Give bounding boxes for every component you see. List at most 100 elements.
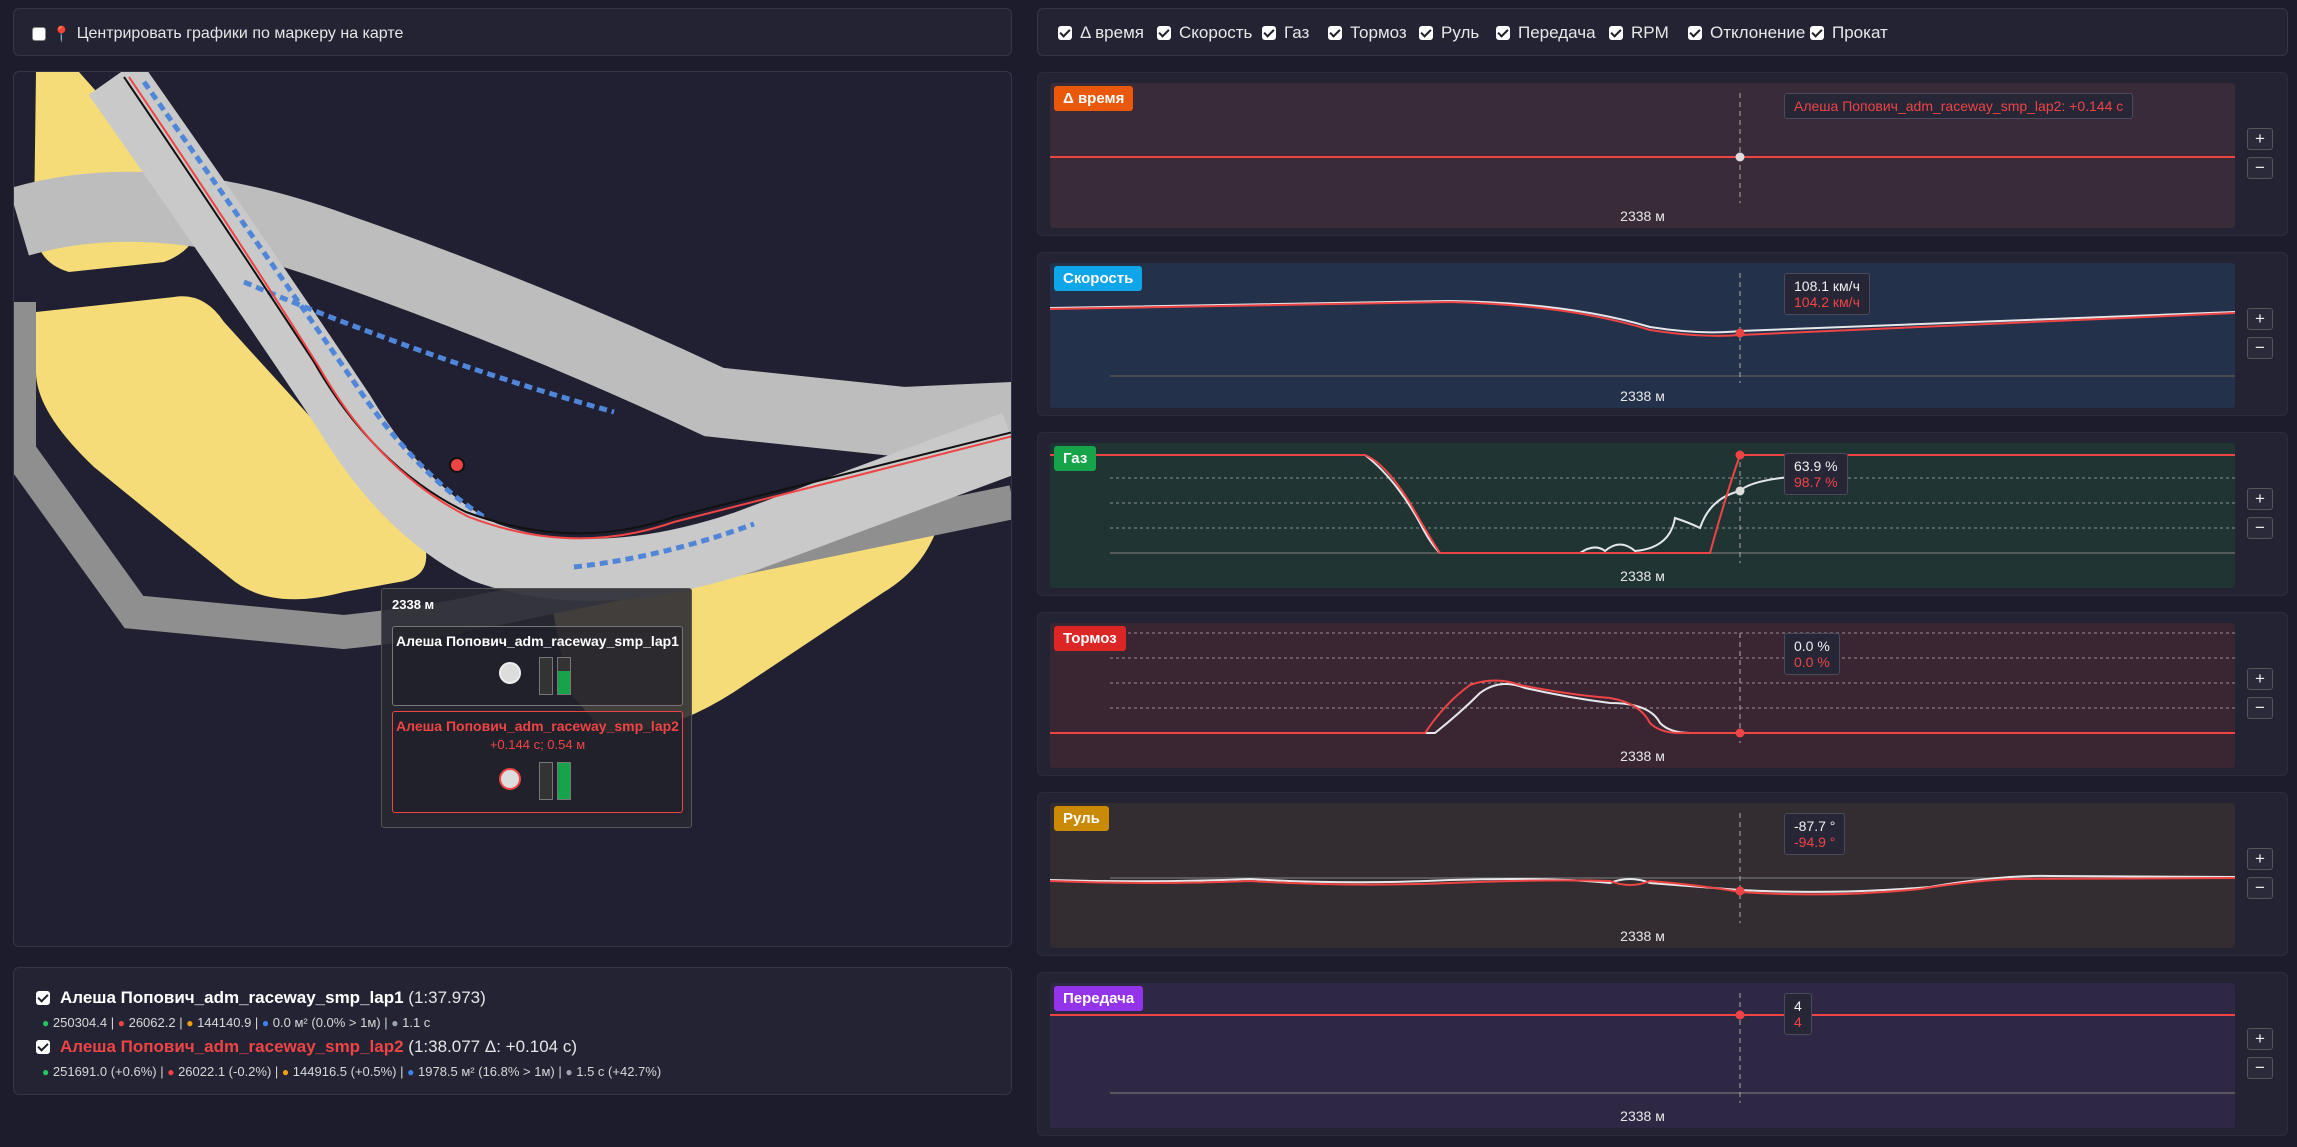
zoom-out-button[interactable]: − bbox=[2247, 1057, 2273, 1079]
lap2-series bbox=[1050, 679, 2235, 734]
toggle-throttle[interactable]: Газ bbox=[1262, 23, 1309, 43]
toggle-deviation[interactable]: Отклонение bbox=[1688, 23, 1805, 43]
brake-badge: Тормоз bbox=[1054, 626, 1126, 651]
lap2-series bbox=[1050, 454, 2235, 554]
throttle-badge: Газ bbox=[1054, 446, 1097, 471]
throttle-chart: Газ 63.9 % 98.7 % 2338 м + − bbox=[1037, 432, 2288, 596]
checkbox[interactable] bbox=[1157, 26, 1171, 40]
popup-lap1-name: Алеша Попович_adm_raceway_smp_lap1 bbox=[396, 633, 679, 649]
brake-bar bbox=[539, 762, 553, 800]
lap2-checkbox[interactable] bbox=[36, 1040, 50, 1054]
steering-plot[interactable]: Руль -87.7 ° -94.9 ° 2338 м bbox=[1050, 803, 2235, 948]
zoom-out-button[interactable]: − bbox=[2247, 697, 2273, 719]
lap1-checkbox[interactable] bbox=[36, 991, 50, 1005]
popup-lap1: Алеша Попович_adm_raceway_smp_lap1 bbox=[392, 626, 683, 706]
throttle-bar bbox=[557, 657, 571, 695]
lap2-row[interactable]: Алеша Попович_adm_raceway_smp_lap2 (1:38… bbox=[36, 1037, 577, 1057]
zoom-out-button[interactable]: − bbox=[2247, 877, 2273, 899]
toggle-gear[interactable]: Передача bbox=[1496, 23, 1596, 43]
center-option-panel: 📍 Центрировать графики по маркеру на кар… bbox=[13, 8, 1012, 56]
toggle-speed[interactable]: Скорость bbox=[1157, 23, 1252, 43]
zoom-in-button[interactable]: + bbox=[2247, 848, 2273, 870]
lap1-series bbox=[1050, 683, 2235, 734]
cursor-point bbox=[1735, 1010, 1745, 1020]
checkbox[interactable] bbox=[1688, 26, 1702, 40]
cursor-point bbox=[1735, 152, 1745, 162]
toggle-label: Скорость bbox=[1179, 23, 1253, 42]
stat-value: 250304.4 bbox=[52, 1015, 108, 1030]
cursor-point bbox=[1735, 328, 1745, 338]
popup-lap2: Алеша Попович_adm_raceway_smp_lap2 +0.14… bbox=[392, 711, 683, 813]
toggle-label: Газ bbox=[1284, 23, 1310, 42]
center-label: Центрировать графики по маркеру на карте bbox=[76, 25, 404, 42]
chart-toggles-panel: Δ время Скорость Газ Тормоз Руль Передач… bbox=[1037, 8, 2288, 56]
gear-plot[interactable]: Передача 4 4 2338 м bbox=[1050, 983, 2235, 1128]
toggle-label: Δ время bbox=[1080, 23, 1144, 42]
toggle-label: Передача bbox=[1518, 23, 1596, 42]
distance-label: 2338 м bbox=[1620, 928, 1665, 944]
tooltip-lap2: 4 bbox=[1794, 1014, 1802, 1030]
zoom-in-button[interactable]: + bbox=[2247, 308, 2273, 330]
zoom-out-button[interactable]: − bbox=[2247, 517, 2273, 539]
zoom-out-button[interactable]: − bbox=[2247, 157, 2273, 179]
checkbox[interactable] bbox=[1810, 26, 1824, 40]
throttle-bar bbox=[557, 762, 571, 800]
gear-badge: Передача bbox=[1054, 986, 1144, 1011]
popup-distance: 2338 м bbox=[392, 597, 435, 612]
zoom-in-button[interactable]: + bbox=[2247, 668, 2273, 690]
toggle-rolling[interactable]: Прокат bbox=[1810, 23, 1888, 43]
lap-legend: Алеша Попович_adm_raceway_smp_lap1 (1:37… bbox=[13, 967, 1012, 1095]
throttle-svg bbox=[1050, 450, 2235, 563]
stat-value: 1.5 с (+42.7%) bbox=[576, 1064, 662, 1079]
zoom-out-button[interactable]: − bbox=[2247, 337, 2273, 359]
brake-svg bbox=[1050, 632, 2235, 743]
distance-label: 2338 м bbox=[1620, 748, 1665, 764]
stat-value: 251691.0 (+0.6%) bbox=[52, 1064, 157, 1079]
cursor-point bbox=[1735, 450, 1745, 460]
steering-wheel-icon bbox=[499, 662, 521, 684]
checkbox[interactable] bbox=[1419, 26, 1433, 40]
tooltip-lap1: 63.9 % bbox=[1794, 458, 1838, 474]
tooltip-lap2: -94.9 ° bbox=[1794, 834, 1836, 850]
toggle-delta[interactable]: Δ время bbox=[1058, 23, 1144, 43]
tooltip-lap1: 108.1 км/ч bbox=[1794, 278, 1860, 294]
speed-plot[interactable]: Скорость 108.1 км/ч 104.2 км/ч 2338 м bbox=[1050, 263, 2235, 408]
throttle-tooltip: 63.9 % 98.7 % bbox=[1784, 453, 1848, 495]
checkbox[interactable] bbox=[1262, 26, 1276, 40]
brake-plot[interactable]: Тормоз 0.0 % 0.0 % 2338 м bbox=[1050, 623, 2235, 768]
delta-badge: Δ время bbox=[1054, 86, 1134, 111]
distance-label: 2338 м bbox=[1620, 388, 1665, 404]
checkbox[interactable] bbox=[1328, 26, 1342, 40]
delta-plot[interactable]: Δ время Алеша Попович_adm_raceway_smp_la… bbox=[1050, 83, 2235, 228]
stat-value: 1978.5 м² (16.8% > 1м) bbox=[418, 1064, 555, 1079]
checkbox[interactable] bbox=[1058, 26, 1072, 40]
zoom-in-button[interactable]: + bbox=[2247, 128, 2273, 150]
tooltip-lap1: -87.7 ° bbox=[1794, 818, 1836, 834]
toggle-label: Прокат bbox=[1832, 23, 1888, 42]
tooltip-lap2: 0.0 % bbox=[1794, 654, 1830, 670]
delta-tooltip: Алеша Попович_adm_raceway_smp_lap2: +0.1… bbox=[1784, 93, 2134, 119]
checkbox[interactable] bbox=[1609, 26, 1623, 40]
tooltip-value: Алеша Попович_adm_raceway_smp_lap2: +0.1… bbox=[1794, 98, 2124, 114]
gear-tooltip: 4 4 bbox=[1784, 993, 1812, 1035]
checkbox[interactable] bbox=[1496, 26, 1510, 40]
toggle-steer[interactable]: Руль bbox=[1419, 23, 1479, 43]
toggle-brake[interactable]: Тормоз bbox=[1328, 23, 1407, 43]
brake-tooltip: 0.0 % 0.0 % bbox=[1784, 633, 1840, 675]
tooltip-lap1: 4 bbox=[1794, 998, 1802, 1014]
distance-label: 2338 м bbox=[1620, 1108, 1665, 1124]
track-map[interactable]: 2338 м Алеша Попович_adm_raceway_smp_lap… bbox=[13, 71, 1012, 947]
lap1-row[interactable]: Алеша Попович_adm_raceway_smp_lap1 (1:37… bbox=[36, 988, 486, 1008]
toggle-rpm[interactable]: RPM bbox=[1609, 23, 1669, 43]
tooltip-lap2: 98.7 % bbox=[1794, 474, 1838, 490]
toggle-label: Тормоз bbox=[1350, 23, 1407, 42]
popup-lap2-name: Алеша Попович_adm_raceway_smp_lap2 bbox=[396, 718, 679, 734]
steering-badge: Руль bbox=[1054, 806, 1109, 831]
zoom-in-button[interactable]: + bbox=[2247, 488, 2273, 510]
zoom-in-button[interactable]: + bbox=[2247, 1028, 2273, 1050]
lap2-stats: ● 251691.0 (+0.6%) | ● 26022.1 (-0.2%) |… bbox=[42, 1064, 662, 1079]
throttle-plot[interactable]: Газ 63.9 % 98.7 % 2338 м bbox=[1050, 443, 2235, 588]
center-checkbox[interactable] bbox=[32, 27, 46, 41]
stat-value: 26022.1 (-0.2%) bbox=[178, 1064, 272, 1079]
speed-chart: Скорость 108.1 км/ч 104.2 км/ч 2338 м + … bbox=[1037, 252, 2288, 416]
